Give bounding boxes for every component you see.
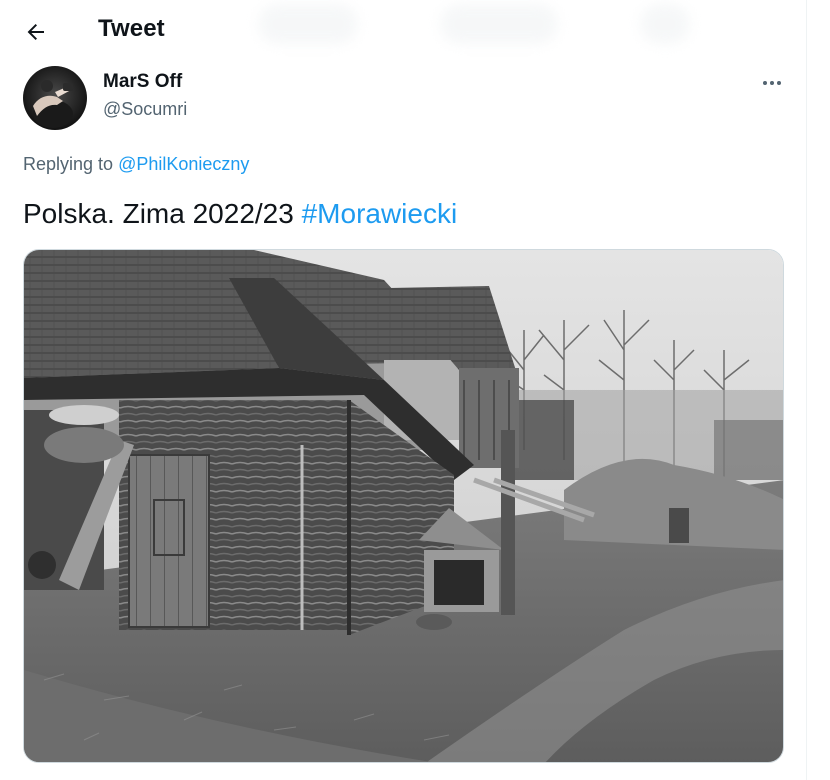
header: Tweet xyxy=(0,0,806,62)
replying-to-label: Replying to xyxy=(23,154,119,174)
back-button[interactable] xyxy=(18,14,54,50)
replying-to: Replying to @PhilKonieczny xyxy=(23,154,249,175)
hashtag-link[interactable]: #Morawiecki xyxy=(302,198,458,229)
arrow-left-icon xyxy=(27,24,44,40)
more-horizontal-icon xyxy=(763,81,781,85)
blurred-background-element xyxy=(258,4,358,44)
page-title: Tweet xyxy=(98,15,165,42)
tweet-body: Polska. Zima 2022/23 xyxy=(23,198,302,229)
blurred-background-element xyxy=(440,4,558,44)
author-name[interactable]: MarS Off xyxy=(103,71,182,93)
blurred-background-element xyxy=(640,4,690,44)
tweet-photo[interactable] xyxy=(23,249,784,763)
tweet-text: Polska. Zima 2022/23 #Morawiecki xyxy=(23,196,457,232)
author-handle[interactable]: @Socumri xyxy=(103,99,187,120)
reply-mention-link[interactable]: @PhilKonieczny xyxy=(118,154,249,174)
more-button[interactable] xyxy=(754,68,790,98)
avatar-image xyxy=(23,66,87,130)
column-divider xyxy=(806,0,807,780)
avatar[interactable] xyxy=(23,66,87,130)
photo-rural-shed xyxy=(24,250,783,762)
